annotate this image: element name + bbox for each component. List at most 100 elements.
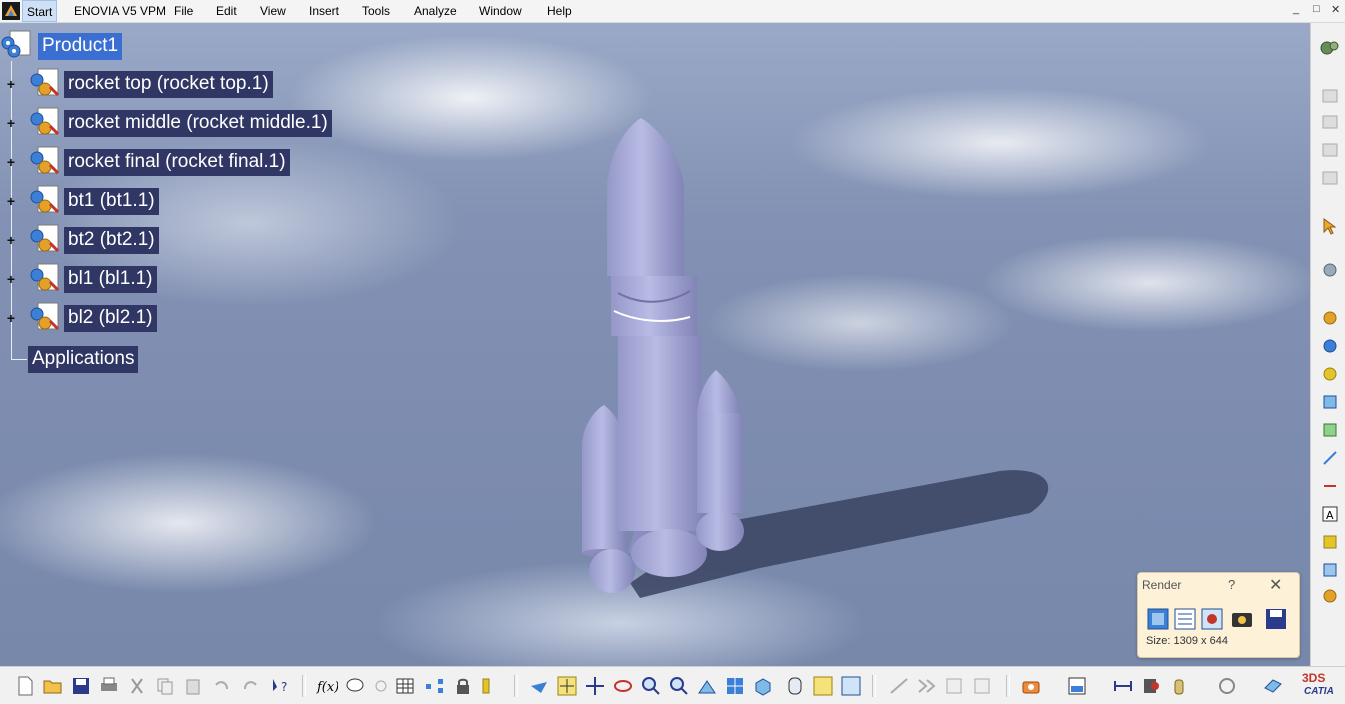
tree-item-label[interactable]: rocket middle (rocket middle.1) [64,109,332,137]
iso-view-icon[interactable] [752,675,774,697]
tree-item-bt1[interactable]: + bt1 (bt1.1) [0,185,159,216]
graph-icon[interactable] [424,675,446,697]
swap-space-icon[interactable] [840,675,862,697]
fit-all-icon[interactable] [556,675,578,697]
menu-start[interactable]: Start [22,0,58,22]
snap-icon[interactable] [1319,447,1341,469]
render-save-icon[interactable] [1264,607,1288,631]
tree-item-applications[interactable]: Applications [28,344,139,374]
pan-icon[interactable] [584,675,606,697]
print-icon[interactable] [98,675,120,697]
expand-icon[interactable]: + [5,272,17,286]
workbench-icon[interactable] [1319,37,1341,59]
tree-item-label[interactable]: rocket top (rocket top.1) [64,70,273,98]
expand-icon[interactable]: + [5,233,17,247]
mass-icon[interactable] [1168,675,1190,697]
render-camera-icon[interactable] [1230,607,1254,631]
tree-item-label[interactable]: rocket final (rocket final.1) [64,148,290,176]
whats-this-icon[interactable]: ? [270,675,292,697]
analysis-icon[interactable] [916,675,938,697]
tree-root-label[interactable]: Product1 [38,32,123,60]
new-product-icon[interactable] [1319,363,1341,385]
menu-file[interactable]: File [174,4,193,18]
tree-root[interactable]: Product1 [0,30,123,61]
restore-button[interactable]: □ [1313,3,1320,15]
update-icon[interactable] [1319,585,1341,607]
tree-item-label[interactable]: bl1 (bl1.1) [64,265,157,293]
expand-icon[interactable]: + [5,116,17,130]
publication-icon[interactable] [1319,559,1341,581]
annotation-icon[interactable]: A [1319,503,1341,525]
measure-icon[interactable] [888,675,910,697]
menu-view[interactable]: View [260,4,286,18]
undo-icon[interactable] [210,675,232,697]
render-image-icon[interactable] [1146,607,1170,631]
menu-help[interactable]: Help [547,4,572,18]
open-icon[interactable] [42,675,64,697]
params-icon[interactable] [480,675,502,697]
zoom-out-icon[interactable] [668,675,690,697]
copy-icon[interactable] [154,675,176,697]
tree-item-label[interactable]: bt1 (bt1.1) [64,187,159,215]
catalog-icon[interactable] [1319,85,1341,107]
menu-insert[interactable]: Insert [309,4,339,18]
tree-item-bl2[interactable]: + bl2 (bl2.1) [0,302,157,333]
replace-icon[interactable] [1319,167,1341,189]
applications-label[interactable]: Applications [28,345,139,373]
menu-window[interactable]: Window [479,4,522,18]
render-panel[interactable]: Render ? ✕ Size: 1309 x 644 [1137,572,1300,658]
constraint-icon[interactable] [1319,307,1341,329]
save-icon[interactable] [70,675,92,697]
existing-component-icon[interactable] [1319,335,1341,357]
rotate-icon[interactable] [612,675,634,697]
tree-item-bt2[interactable]: + bt2 (bt2.1) [0,224,159,255]
hide-show-icon[interactable] [812,675,834,697]
menu-edit[interactable]: Edit [216,4,237,18]
expand-icon[interactable]: + [5,155,17,169]
formula-icon[interactable]: f(x) [316,675,338,697]
tree-item-label[interactable]: bt2 (bt2.1) [64,226,159,254]
tree-item-rocket-final[interactable]: + rocket final (rocket final.1) [0,146,290,177]
tree-item-label[interactable]: bl2 (bl2.1) [64,304,157,332]
inertia-icon[interactable] [1140,675,1162,697]
tree-item-bl1[interactable]: + bl1 (bl1.1) [0,263,157,294]
help-icon[interactable]: ? [1228,577,1235,592]
close-icon[interactable]: ✕ [1269,575,1282,595]
multi-view-icon[interactable] [724,675,746,697]
paste-icon[interactable] [182,675,204,697]
3d-viewport[interactable]: Product1 + rocket top (rocket top.1) + r… [0,23,1310,666]
tree-item-rocket-middle[interactable]: + rocket middle (rocket middle.1) [0,107,332,138]
move-icon[interactable] [1319,419,1341,441]
new-icon[interactable] [14,675,36,697]
plane-icon[interactable] [1262,675,1284,697]
manipulate-icon[interactable] [1319,259,1341,281]
lock-icon[interactable] [452,675,474,697]
zoom-in-icon[interactable] [640,675,662,697]
scenes-icon[interactable] [1066,675,1088,697]
new-part-icon[interactable] [1319,391,1341,413]
redo-icon[interactable] [240,675,262,697]
section-icon[interactable] [972,675,994,697]
structure-icon[interactable] [1319,111,1341,133]
shading-icon[interactable] [784,675,806,697]
render-settings-icon[interactable] [1173,607,1197,631]
catia-app-icon[interactable] [2,2,20,20]
component-icon[interactable] [1319,139,1341,161]
normal-view-icon[interactable] [696,675,718,697]
menu-analyze[interactable]: Analyze [414,4,457,18]
render-shooting-icon[interactable] [1200,607,1224,631]
refresh-icon[interactable] [1216,675,1238,697]
explode-icon[interactable] [1319,475,1341,497]
expand-icon[interactable]: + [5,77,17,91]
select-arrow-icon[interactable] [1319,215,1341,237]
menu-enovia[interactable]: ENOVIA V5 VPM [74,4,166,18]
menu-tools[interactable]: Tools [362,4,390,18]
cut-icon[interactable] [126,675,148,697]
scene-icon[interactable] [1319,531,1341,553]
distance-icon[interactable] [1112,675,1134,697]
table-icon[interactable] [394,675,416,697]
close-button[interactable]: ✕ [1331,3,1340,16]
fly-icon[interactable] [528,675,550,697]
knowledge-icon[interactable] [370,675,392,697]
comment-icon[interactable] [344,675,366,697]
